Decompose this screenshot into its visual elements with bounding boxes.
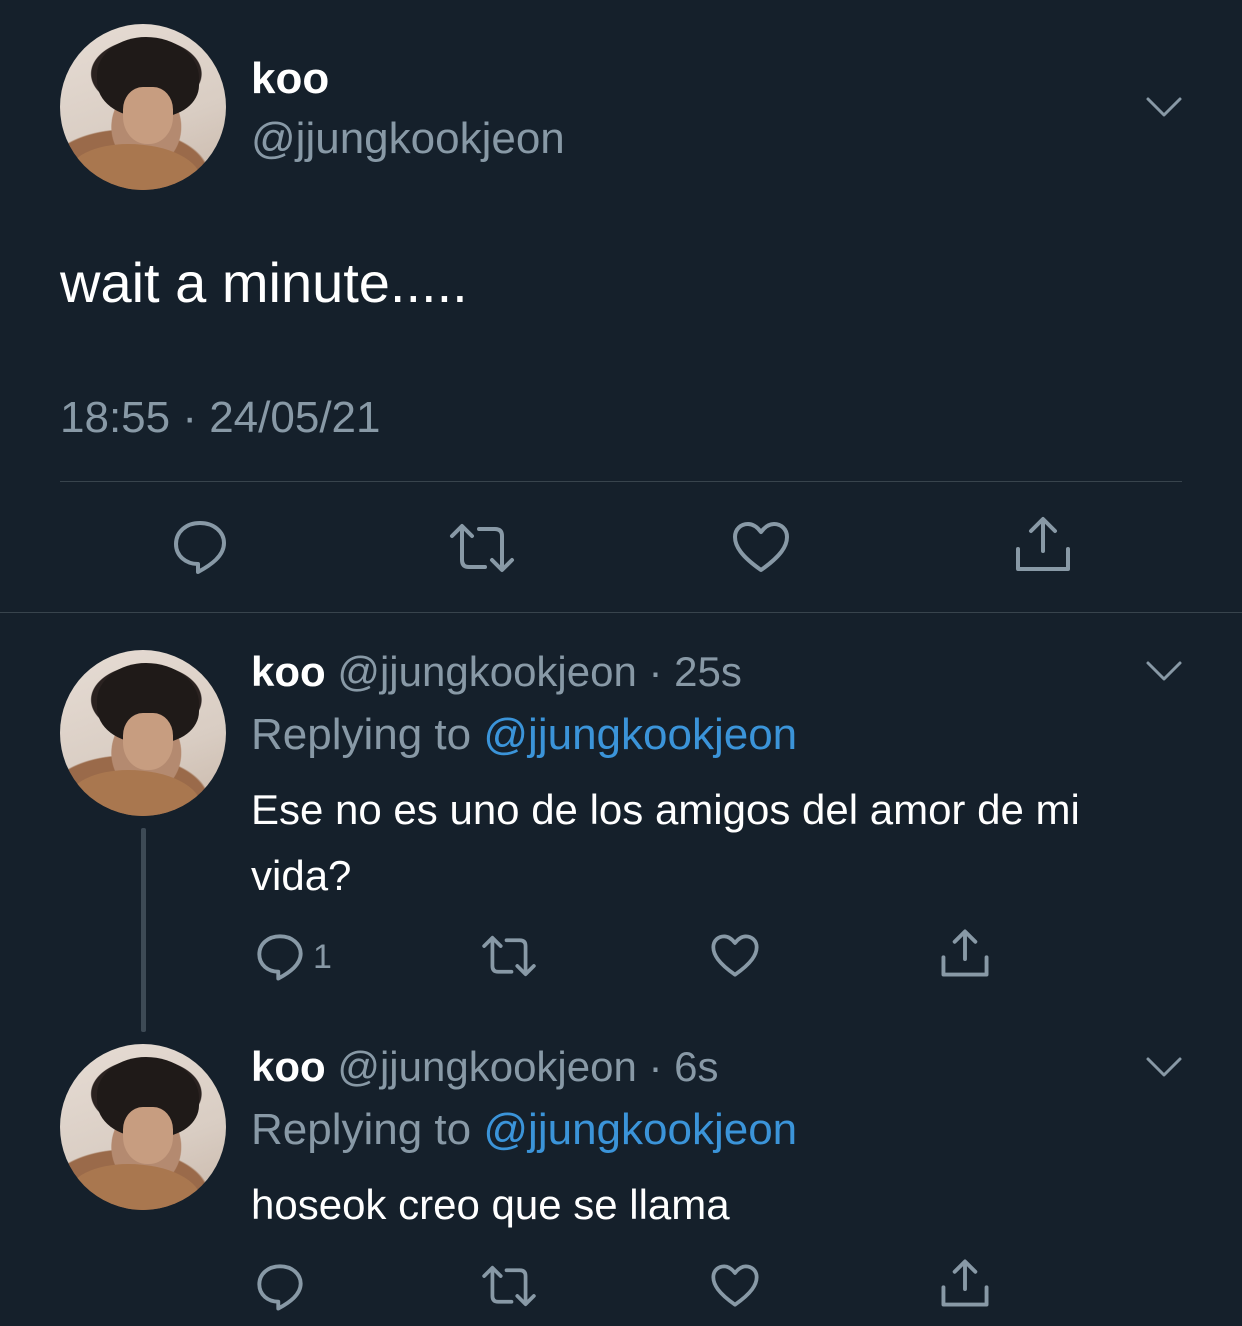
reply-icon[interactable] xyxy=(255,1262,305,1312)
reply-icon[interactable] xyxy=(255,932,305,982)
reply-icon[interactable] xyxy=(171,518,229,576)
thread-line xyxy=(141,828,146,1032)
like-icon[interactable] xyxy=(731,520,791,574)
avatar[interactable] xyxy=(60,24,226,190)
like-icon[interactable] xyxy=(710,933,760,978)
replying-to: Replying to @jjungkookjeon xyxy=(251,710,797,760)
user-handle[interactable]: @jjungkookjeon xyxy=(251,114,565,164)
retweet-icon[interactable] xyxy=(480,934,538,978)
section-divider xyxy=(0,612,1242,613)
display-name[interactable]: koo xyxy=(251,1043,326,1090)
avatar[interactable] xyxy=(60,650,226,816)
avatar[interactable] xyxy=(60,1044,226,1210)
replying-to-link[interactable]: @jjungkookjeon xyxy=(483,710,797,759)
replying-to-label: Replying to xyxy=(251,710,472,759)
chevron-down-icon[interactable] xyxy=(1145,96,1183,118)
display-name[interactable]: koo xyxy=(251,648,326,695)
divider xyxy=(60,481,1182,482)
reply-header[interactable]: koo @jjungkookjeon · 25s xyxy=(251,648,742,696)
retweet-icon[interactable] xyxy=(447,522,517,574)
retweet-icon[interactable] xyxy=(480,1264,538,1308)
tweet-timestamp[interactable]: 18:55 · 24/05/21 xyxy=(60,393,380,443)
handle-and-time[interactable]: @jjungkookjeon · 25s xyxy=(337,648,742,695)
like-icon[interactable] xyxy=(710,1263,760,1308)
reply-count: 1 xyxy=(313,938,332,976)
display-name[interactable]: koo xyxy=(251,54,329,104)
reply-header[interactable]: koo @jjungkookjeon · 6s xyxy=(251,1043,719,1091)
reply-text: hoseok creo que se llama xyxy=(251,1181,730,1228)
tweet-text: wait a minute..... xyxy=(60,251,468,314)
replying-to: Replying to @jjungkookjeon xyxy=(251,1105,797,1155)
reply-text: Ese no es uno de los amigos del amor de … xyxy=(251,786,1080,899)
share-icon[interactable] xyxy=(940,1258,990,1308)
replying-to-link[interactable]: @jjungkookjeon xyxy=(483,1105,797,1154)
handle-and-time[interactable]: @jjungkookjeon · 6s xyxy=(337,1043,718,1090)
share-icon[interactable] xyxy=(1014,515,1072,573)
share-icon[interactable] xyxy=(940,928,990,978)
chevron-down-icon[interactable] xyxy=(1145,1056,1183,1078)
replying-to-label: Replying to xyxy=(251,1105,472,1154)
chevron-down-icon[interactable] xyxy=(1145,660,1183,682)
